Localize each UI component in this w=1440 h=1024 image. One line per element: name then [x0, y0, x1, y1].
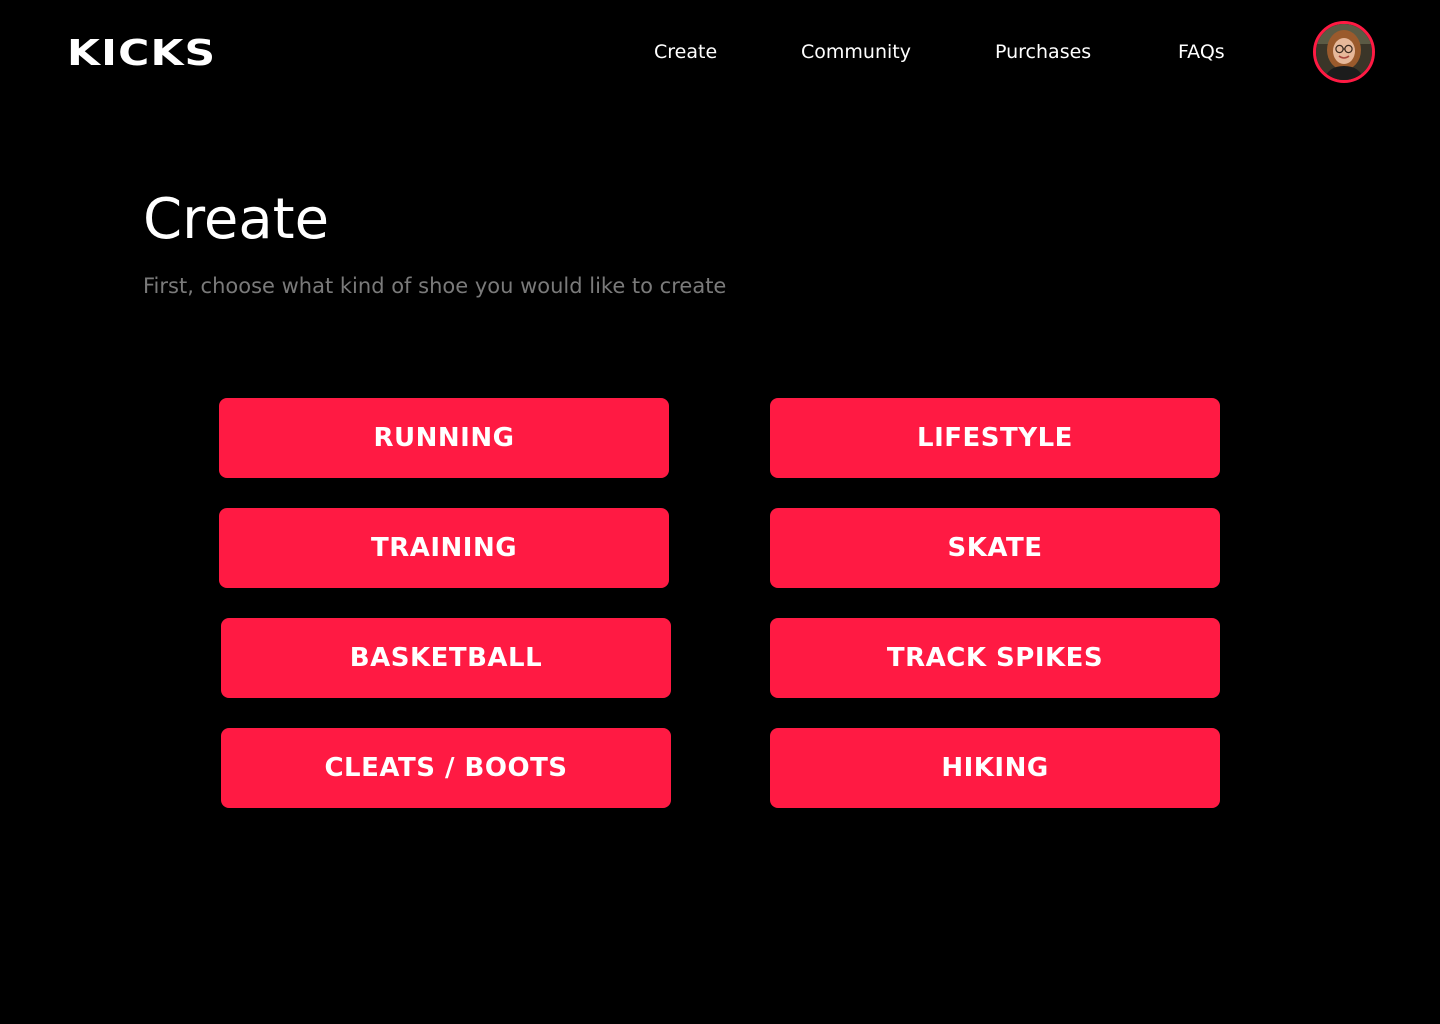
lifestyle-button[interactable]: LIFESTYLE: [770, 398, 1220, 478]
track-spikes-button[interactable]: TRACK SPIKES: [770, 618, 1220, 698]
nav-community[interactable]: Community: [801, 38, 911, 66]
page-title: Create: [143, 187, 330, 252]
hiking-button[interactable]: HIKING: [770, 728, 1220, 808]
nav-create[interactable]: Create: [654, 38, 717, 66]
nav-faqs[interactable]: FAQs: [1178, 38, 1225, 66]
training-button[interactable]: TRAINING: [219, 508, 669, 588]
running-button[interactable]: RUNNING: [219, 398, 669, 478]
user-avatar-photo-icon: [1316, 24, 1372, 80]
page: KICKS Create Community Purchases FAQs Cr…: [0, 0, 1440, 1024]
nav-purchases[interactable]: Purchases: [995, 38, 1091, 66]
basketball-button[interactable]: BASKETBALL: [221, 618, 671, 698]
kicks-logo[interactable]: KICKS: [67, 33, 216, 75]
cleats-boots-button[interactable]: CLEATS / BOOTS: [221, 728, 671, 808]
skate-button[interactable]: SKATE: [770, 508, 1220, 588]
user-avatar[interactable]: [1313, 21, 1375, 83]
page-subtitle: First, choose what kind of shoe you woul…: [143, 274, 727, 298]
